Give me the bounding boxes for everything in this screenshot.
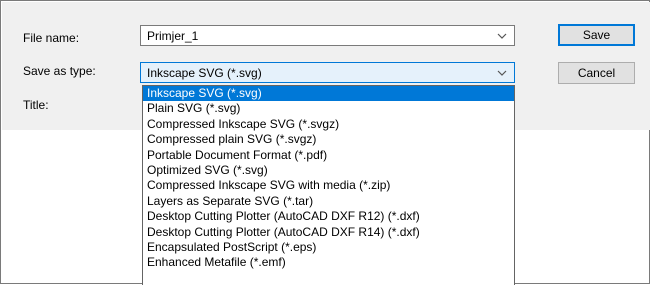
- dropdown-option[interactable]: Compressed plain SVG (*.svgz): [143, 132, 514, 147]
- dropdown-option[interactable]: Compressed Inkscape SVG (*.svgz): [143, 117, 514, 132]
- title-label: Title:: [23, 98, 49, 112]
- cancel-button[interactable]: Cancel: [558, 62, 635, 84]
- file-name-label: File name:: [23, 31, 80, 45]
- dropdown-option[interactable]: Portable Document Format (*.pdf): [143, 148, 514, 163]
- save-button[interactable]: Save: [558, 24, 635, 46]
- dropdown-option[interactable]: Encapsulated PostScript (*.eps): [143, 240, 514, 255]
- dropdown-option[interactable]: Optimized SVG (*.svg): [143, 163, 514, 178]
- chevron-down-icon[interactable]: [496, 67, 508, 79]
- file-name-value: Primjer_1: [147, 29, 199, 43]
- save-as-type-value: Inkscape SVG (*.svg): [147, 66, 262, 80]
- dropdown-option[interactable]: Compressed Inkscape SVG with media (*.zi…: [143, 178, 514, 193]
- chevron-down-icon[interactable]: [496, 30, 508, 42]
- save-as-type-dropdown-list[interactable]: Inkscape SVG (*.svg) Plain SVG (*.svg) Com…: [142, 85, 515, 285]
- save-as-type-select[interactable]: Inkscape SVG (*.svg): [140, 62, 515, 83]
- dropdown-option[interactable]: Inkscape SVG (*.svg): [143, 86, 514, 102]
- file-name-field[interactable]: Primjer_1: [140, 25, 515, 46]
- dropdown-option[interactable]: Plain SVG (*.svg): [143, 101, 514, 116]
- dropdown-option[interactable]: Enhanced Metafile (*.emf): [143, 255, 514, 270]
- save-dialog: File name: Primjer_1 Save as type: Inksc…: [0, 0, 650, 285]
- dropdown-option[interactable]: Layers as Separate SVG (*.tar): [143, 194, 514, 209]
- dropdown-option[interactable]: Desktop Cutting Plotter (AutoCAD DXF R12…: [143, 209, 514, 224]
- dropdown-option[interactable]: Desktop Cutting Plotter (AutoCAD DXF R14…: [143, 225, 514, 240]
- save-as-type-label: Save as type:: [23, 64, 96, 78]
